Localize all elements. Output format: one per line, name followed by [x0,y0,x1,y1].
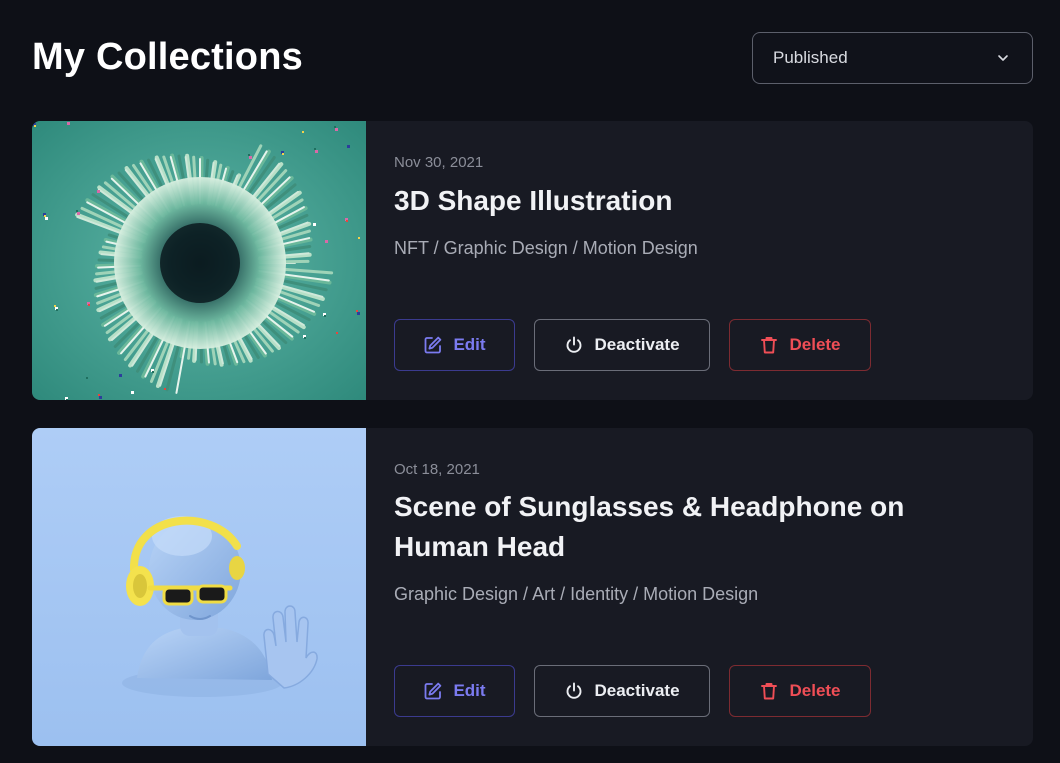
teal-3d-shape-image [32,121,366,400]
status-filter-value: Published [773,48,848,67]
collection-thumbnail[interactable] [32,428,366,746]
chevron-down-icon [996,51,1010,65]
delete-button[interactable]: Delete [729,665,871,717]
trash-icon [759,335,779,355]
status-filter-select[interactable]: Published [752,32,1033,84]
collection-date: Nov 30, 2021 [394,154,484,171]
collection-card[interactable]: Oct 18, 2021 Scene of Sunglasses & Headp… [32,428,1033,746]
deactivate-label: Deactivate [594,681,680,700]
collection-actions: Edit Deactivate Delete [394,665,871,717]
delete-button[interactable]: Delete [729,319,871,371]
deactivate-button[interactable]: Deactivate [534,319,710,371]
edit-button[interactable]: Edit [394,665,515,717]
deactivate-label: Deactivate [594,335,680,354]
collection-tags: Graphic Design / Art / Identity / Motion… [394,584,759,604]
edit-icon [423,335,443,355]
edit-label: Edit [453,681,486,700]
collection-title[interactable]: 3D Shape Illustration [394,181,914,221]
trash-icon [759,681,779,701]
collection-date: Oct 18, 2021 [394,461,480,478]
page-header: My Collections Published [32,32,1033,84]
edit-label: Edit [453,335,486,354]
collection-actions: Edit Deactivate Delete [394,319,871,371]
collection-title[interactable]: Scene of Sunglasses & Headphone on Human… [394,487,914,567]
collection-details: Oct 18, 2021 Scene of Sunglasses & Headp… [394,428,1009,746]
edit-icon [423,681,443,701]
edit-button[interactable]: Edit [394,319,515,371]
collections-page: My Collections Published Nov 30, 2021 3D… [0,0,1060,763]
delete-label: Delete [789,681,841,700]
collection-details: Nov 30, 2021 3D Shape Illustration NFT /… [394,121,1009,400]
collection-card[interactable]: Nov 30, 2021 3D Shape Illustration NFT /… [32,121,1033,400]
power-icon [564,681,584,701]
page-title: My Collections [32,36,303,78]
delete-label: Delete [789,335,841,354]
deactivate-button[interactable]: Deactivate [534,665,710,717]
bust-headphones-image [32,428,366,746]
collection-tags: NFT / Graphic Design / Motion Design [394,238,698,258]
collection-thumbnail[interactable] [32,121,366,400]
power-icon [564,335,584,355]
